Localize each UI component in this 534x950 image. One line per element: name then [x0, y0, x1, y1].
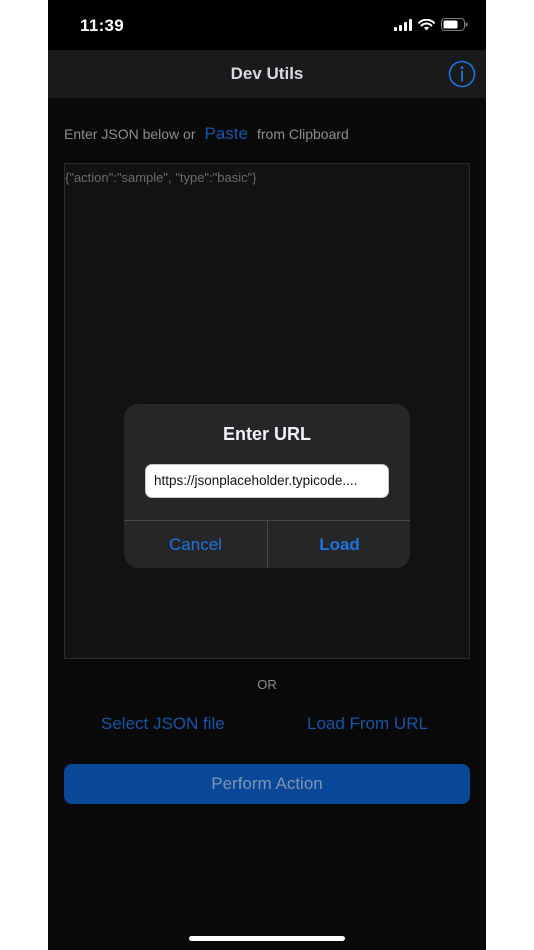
enter-url-alert: Enter URL https://jsonplaceholder.typico… — [124, 404, 410, 568]
wifi-icon — [418, 18, 435, 30]
status-icons — [394, 18, 468, 31]
main-content: Enter JSON below or Paste from Clipboard… — [48, 98, 486, 950]
info-icon[interactable] — [448, 60, 476, 88]
battery-icon — [441, 18, 468, 31]
status-time: 11:39 — [80, 16, 125, 35]
navigation-bar: Dev Utils — [48, 50, 486, 98]
home-indicator[interactable] — [189, 936, 345, 941]
load-button[interactable]: Load — [268, 521, 410, 568]
cancel-button[interactable]: Cancel — [124, 521, 267, 568]
url-input[interactable]: https://jsonplaceholder.typicode.... — [145, 464, 389, 498]
page-title: Dev Utils — [230, 64, 304, 83]
signal-icon — [394, 18, 412, 31]
status-bar: 11:39 — [48, 0, 486, 50]
alert-title: Enter URL — [222, 424, 311, 444]
app-screen: 11:39 Dev Utils Enter JSON below or Past… — [48, 0, 486, 950]
